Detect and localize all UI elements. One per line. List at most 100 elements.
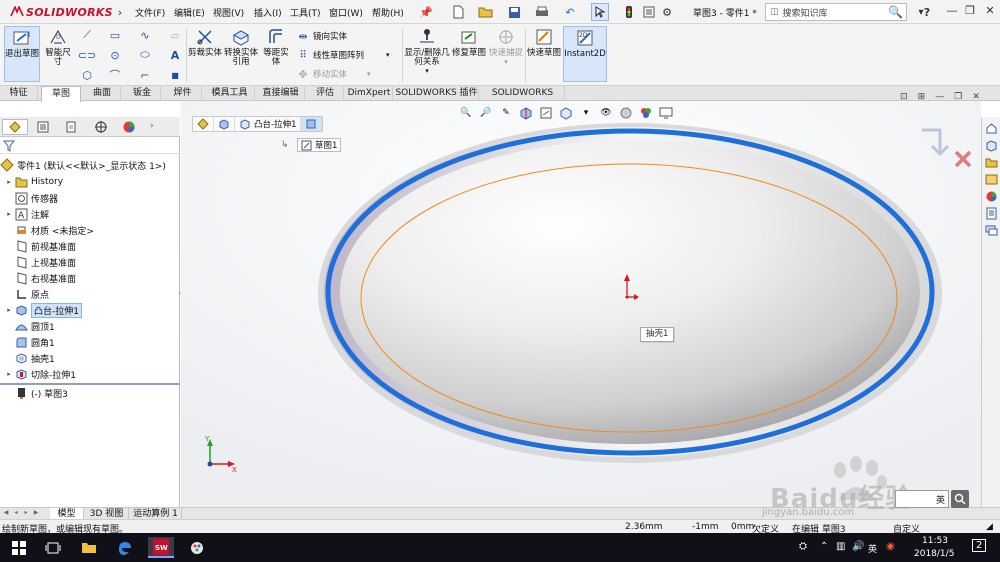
file-explorer-taskbar-icon[interactable] (78, 537, 100, 558)
knowledge-search[interactable]: ◫ 搜索知识库 🔍 (765, 3, 907, 21)
rectangle-tool-icon[interactable]: ▭ (108, 28, 122, 42)
tree-item-origin[interactable]: 原点 (0, 286, 180, 302)
tab-weldments[interactable]: 焊件 (164, 86, 202, 101)
sketch-tag[interactable]: 草图1 (297, 138, 342, 152)
tab-evaluate[interactable]: 评估 (307, 86, 344, 101)
tree-filter[interactable] (0, 138, 180, 154)
instant2d-button[interactable]: 2D Instant2D (563, 26, 607, 82)
confirm-exit-sketch-icon[interactable] (922, 128, 950, 157)
linear-pattern-button[interactable]: ⠿ 线性草图阵列 ▾ (296, 48, 390, 62)
action-center-badge[interactable]: 2 (972, 539, 987, 552)
tree-item-material[interactable]: 材质 <未指定> (0, 222, 180, 238)
breadcrumb-body-icon[interactable] (214, 117, 235, 131)
solidworks-taskbar-icon[interactable]: SW (148, 537, 174, 558)
tab-surfaces[interactable]: 曲面 (84, 86, 121, 101)
tree-item-shell[interactable]: 抽壳1 (0, 350, 180, 366)
fillet-tool-icon[interactable]: ⌐ (138, 68, 152, 82)
dimxpert-tab-icon[interactable] (88, 119, 114, 135)
display-delete-relations-button[interactable]: 显示/删除几何关系 ▾ (404, 26, 450, 76)
menu-help[interactable]: 帮助(H) (372, 6, 404, 19)
featuremanager-tab-icon[interactable] (2, 119, 28, 135)
tray-date[interactable]: 2018/1/5 (914, 549, 954, 559)
point-tool-icon[interactable]: ■ (168, 68, 182, 82)
tree-item-front-plane[interactable]: 前视基准面 (0, 238, 180, 254)
panel-splitter-icon[interactable]: › (179, 290, 183, 298)
line-tool-icon[interactable]: ⟋ (80, 28, 94, 42)
configurationmanager-tab-icon[interactable] (58, 119, 84, 135)
zoom-to-fit-icon[interactable]: 🔍 (458, 105, 474, 121)
view-settings-icon[interactable] (658, 105, 674, 121)
forum-icon[interactable] (984, 223, 999, 238)
dynamic-annotation-icon[interactable] (538, 105, 554, 121)
tree-item-annotations[interactable]: ▸ A 注解 (0, 206, 180, 222)
tree-item-boss-extrude[interactable]: ▸ 凸台-拉伸1 (0, 302, 180, 318)
search-scope-icon[interactable]: ◫ (770, 7, 779, 17)
rapid-sketch-button[interactable]: 快速草图 (527, 26, 561, 58)
mirror-entities-button[interactable]: ⇹ 镜向实体 (296, 29, 347, 43)
tree-item-right-plane[interactable]: 右视基准面 (0, 270, 180, 286)
feature-callout[interactable]: 抽壳1 (640, 327, 675, 342)
watermark-search-icon[interactable] (951, 490, 969, 508)
menu-edit[interactable]: 编辑(E) (174, 6, 205, 19)
expand-menu-icon[interactable]: › (111, 3, 129, 21)
repair-sketch-button[interactable]: 修复草图 (452, 26, 486, 58)
tray-time[interactable]: 11:53 (922, 536, 948, 546)
previous-view-icon[interactable]: ✎ (498, 105, 514, 121)
tab-dimxpert[interactable]: DimXpert (346, 86, 393, 101)
tray-ime-label[interactable]: 英 (868, 542, 877, 555)
menu-tools[interactable]: 工具(T) (290, 6, 321, 19)
arc-tool-icon[interactable]: ⌒ (108, 68, 122, 82)
tab-sheet-metal[interactable]: 钣金 (124, 86, 161, 101)
tab-mold-tools[interactable]: 模具工具 (205, 86, 255, 101)
solidworks-logo[interactable]: SOLIDWORKS (10, 4, 113, 20)
expand-arrow-icon[interactable]: ▸ (4, 210, 14, 218)
menu-insert[interactable]: 插入(I) (254, 6, 282, 19)
tab-features[interactable]: 特征 (0, 86, 38, 101)
expand-arrow-icon[interactable]: ▸ (4, 178, 14, 186)
close-icon[interactable]: ✕ (982, 4, 998, 20)
help-icon[interactable]: ? (918, 3, 936, 21)
viewport-collapse-icon[interactable]: ⊡ (900, 92, 908, 104)
plane-tool-icon[interactable]: ▱ (168, 28, 182, 42)
breadcrumb-face-icon[interactable] (301, 117, 323, 131)
tree-item-fillet[interactable]: 圆角1 (0, 334, 180, 350)
model-viewport[interactable]: Y X (181, 101, 981, 507)
move-dropdown-icon[interactable]: ▾ (367, 70, 371, 78)
exit-sketch-button[interactable]: 退出草图 (4, 26, 40, 82)
convert-entities-button[interactable]: 转换实体引用 (224, 26, 258, 67)
pattern-dropdown-icon[interactable]: ▾ (386, 51, 390, 59)
trim-entities-button[interactable]: 剪裁实体 (188, 26, 222, 58)
appearances-icon[interactable] (984, 189, 999, 204)
section-view-icon[interactable] (518, 105, 534, 121)
pin-icon[interactable]: 📌 (417, 3, 435, 21)
filter-icon[interactable] (3, 140, 15, 152)
smart-dimension-button[interactable]: D 智能尺寸 (42, 26, 74, 67)
custom-properties-icon[interactable] (984, 206, 999, 221)
first-tab-icon[interactable]: ◀ (2, 509, 10, 518)
snaps-dropdown-icon[interactable]: ▾ (504, 58, 508, 67)
tray-up-arrow-icon[interactable]: ⌃ (820, 541, 828, 552)
viewport-close-icon[interactable]: ✕ (972, 92, 980, 104)
new-doc-icon[interactable] (449, 3, 467, 21)
display-style-icon[interactable]: ▾ (578, 105, 594, 121)
relations-dropdown-icon[interactable]: ▾ (425, 67, 429, 76)
search-icon[interactable]: 🔍 (888, 5, 906, 19)
manager-tabs-more-icon[interactable]: › (150, 121, 154, 131)
breadcrumb-part-icon[interactable] (193, 117, 214, 131)
file-properties-icon[interactable] (640, 3, 658, 21)
tree-item-sensors[interactable]: 传感器 (0, 190, 180, 206)
viewport-minimize-icon[interactable]: — (935, 92, 944, 104)
slot-tool-icon[interactable]: ⊂⊃ (78, 48, 96, 62)
menu-file[interactable]: 文件(F) (135, 6, 165, 19)
task-view-icon[interactable] (42, 537, 64, 558)
next-tab-icon[interactable]: ▸ (22, 509, 30, 518)
move-entities-button[interactable]: ✥ 移动实体 ▾ (296, 67, 371, 81)
circle-tool-icon[interactable]: ⊙ (108, 48, 122, 62)
last-tab-icon[interactable]: ▶ (32, 509, 40, 518)
apply-scene-icon[interactable] (638, 105, 654, 121)
view-palette-icon[interactable] (984, 172, 999, 187)
save-icon[interactable] (505, 3, 523, 21)
tree-item-history[interactable]: ▸ History (0, 174, 180, 190)
tab-sketch[interactable]: 草图 (41, 86, 81, 102)
design-library-icon[interactable] (984, 138, 999, 153)
